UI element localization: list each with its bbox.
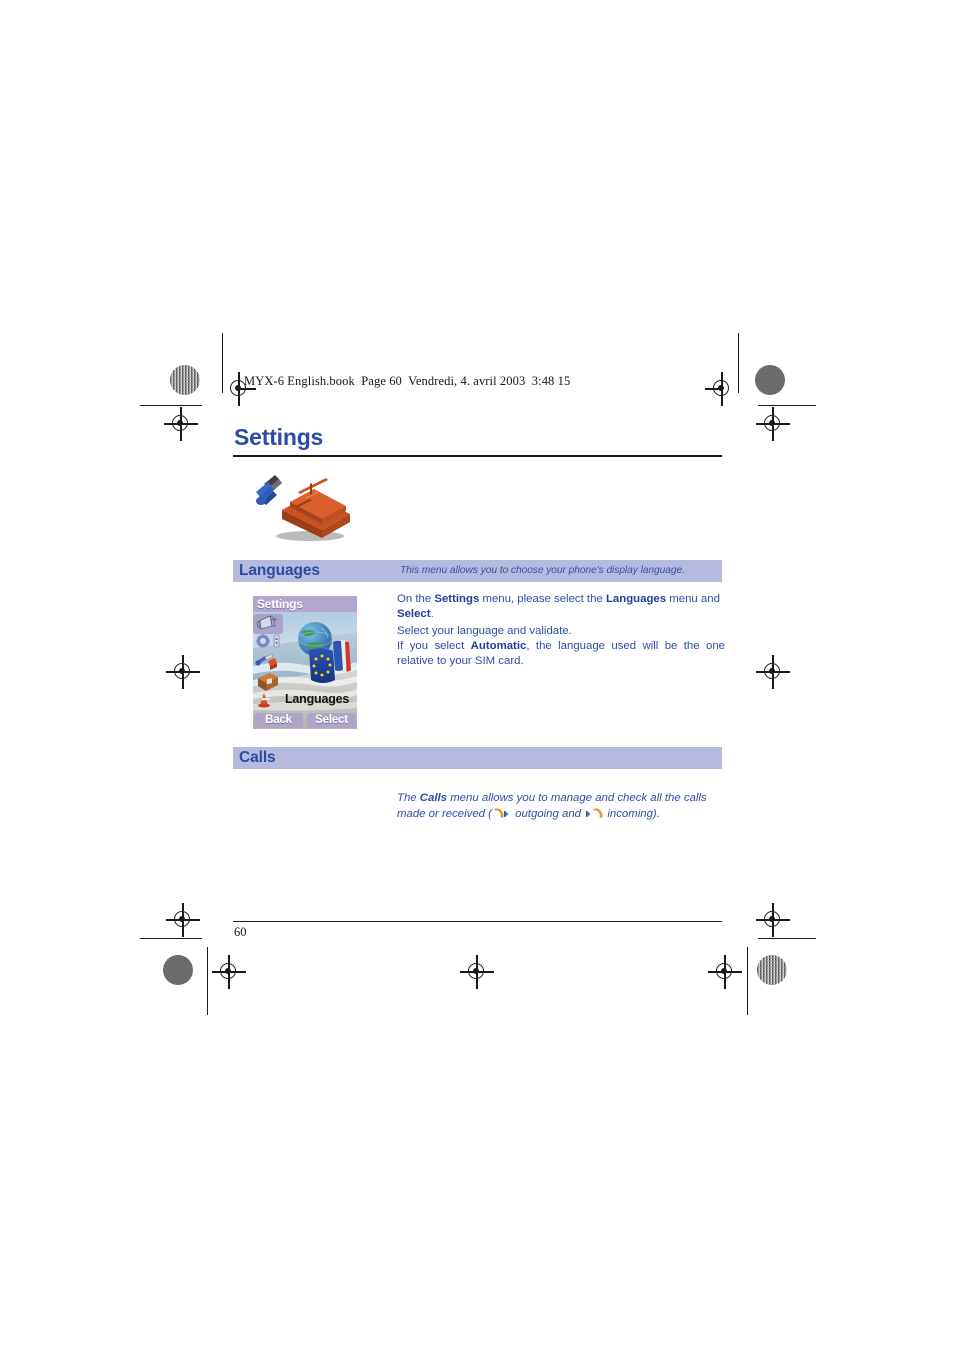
- section-title-languages: Languages: [239, 562, 320, 579]
- halftone-target-top-left: [170, 365, 200, 395]
- crop-mark-horizontal-right-top: [758, 405, 816, 407]
- halftone-target-bottom-right: [757, 955, 787, 985]
- traffic-cone-icon: [258, 693, 270, 708]
- crop-mark-vertical-left-bottom: [207, 947, 209, 1015]
- registration-mark-middle-left: [166, 655, 200, 689]
- phone-menu-icon-strip: [255, 615, 280, 708]
- languages-paragraph-3: If you select Automatic, the language us…: [397, 639, 725, 668]
- halftone-target-bottom-left: [163, 955, 193, 985]
- phone-title-bar: Settings: [253, 596, 357, 612]
- globe-with-flags-graphic: [297, 622, 351, 683]
- section-note-languages: This menu allows you to choose your phon…: [400, 564, 685, 576]
- outgoing-call-icon: [492, 807, 512, 820]
- languages-paragraph-1: On the Settings menu, please select the …: [397, 593, 720, 621]
- registration-mark-lower-left: [166, 903, 200, 937]
- settings-gear-icon: [255, 633, 280, 649]
- languages-body-text: On the Settings menu, please select the …: [397, 592, 725, 669]
- title-underline: [233, 455, 722, 457]
- crop-mark-horizontal-right-bottom: [758, 938, 816, 940]
- crop-mark-vertical-right-bottom: [747, 947, 749, 1015]
- megaphone-icon: [256, 615, 278, 630]
- calls-body-text: The Calls menu allows you to manage and …: [397, 780, 725, 833]
- book-header-line: MYX-6 English.book Page 60 Vendredi, 4. …: [244, 374, 571, 388]
- toolbox-icon: [282, 478, 350, 538]
- page-title: Settings: [234, 424, 324, 450]
- manual-page: MYX-6 English.book Page 60 Vendredi, 4. …: [0, 0, 954, 1351]
- crop-mark-horizontal-left-bottom: [140, 938, 202, 940]
- registration-mark-upper-right: [756, 407, 790, 441]
- phone-softkey-bar: Back Select: [253, 712, 357, 729]
- page-number: 60: [234, 925, 247, 939]
- registration-mark-upper-left: [164, 407, 198, 441]
- registration-mark-middle-right: [756, 655, 790, 689]
- registration-mark-lower-right: [756, 903, 790, 937]
- phone-title-text: Settings: [257, 597, 303, 611]
- phone-screen-mockup: Settings Languages Back Select: [253, 596, 357, 729]
- languages-paragraph-2: Select your language and validate.: [397, 624, 572, 637]
- crop-mark-horizontal-left-top: [140, 405, 202, 407]
- toolbox-illustration: [248, 462, 360, 544]
- incoming-call-icon: [584, 807, 604, 820]
- registration-mark-bottom-right: [708, 955, 742, 989]
- registration-mark-bottom-left: [212, 955, 246, 989]
- halftone-target-top-right: [755, 365, 785, 395]
- section-band-calls: Calls: [233, 747, 722, 769]
- phone-menu-label: Languages: [285, 692, 350, 706]
- registration-mark-bottom-center: [460, 955, 494, 989]
- phone-softkey-back[interactable]: Back: [254, 713, 303, 728]
- pliers-icon: [256, 475, 282, 505]
- section-title-calls: Calls: [239, 749, 276, 766]
- calls-paragraph-1: The Calls menu allows you to manage and …: [397, 792, 707, 820]
- briefcase-icon: [258, 673, 278, 691]
- section-band-languages: Languages This menu allows you to choose…: [233, 560, 722, 582]
- footer-rule: [233, 921, 722, 923]
- phone-softkey-select[interactable]: Select: [307, 713, 356, 728]
- tools-icon: [255, 653, 277, 670]
- registration-mark-top-right: [705, 372, 739, 406]
